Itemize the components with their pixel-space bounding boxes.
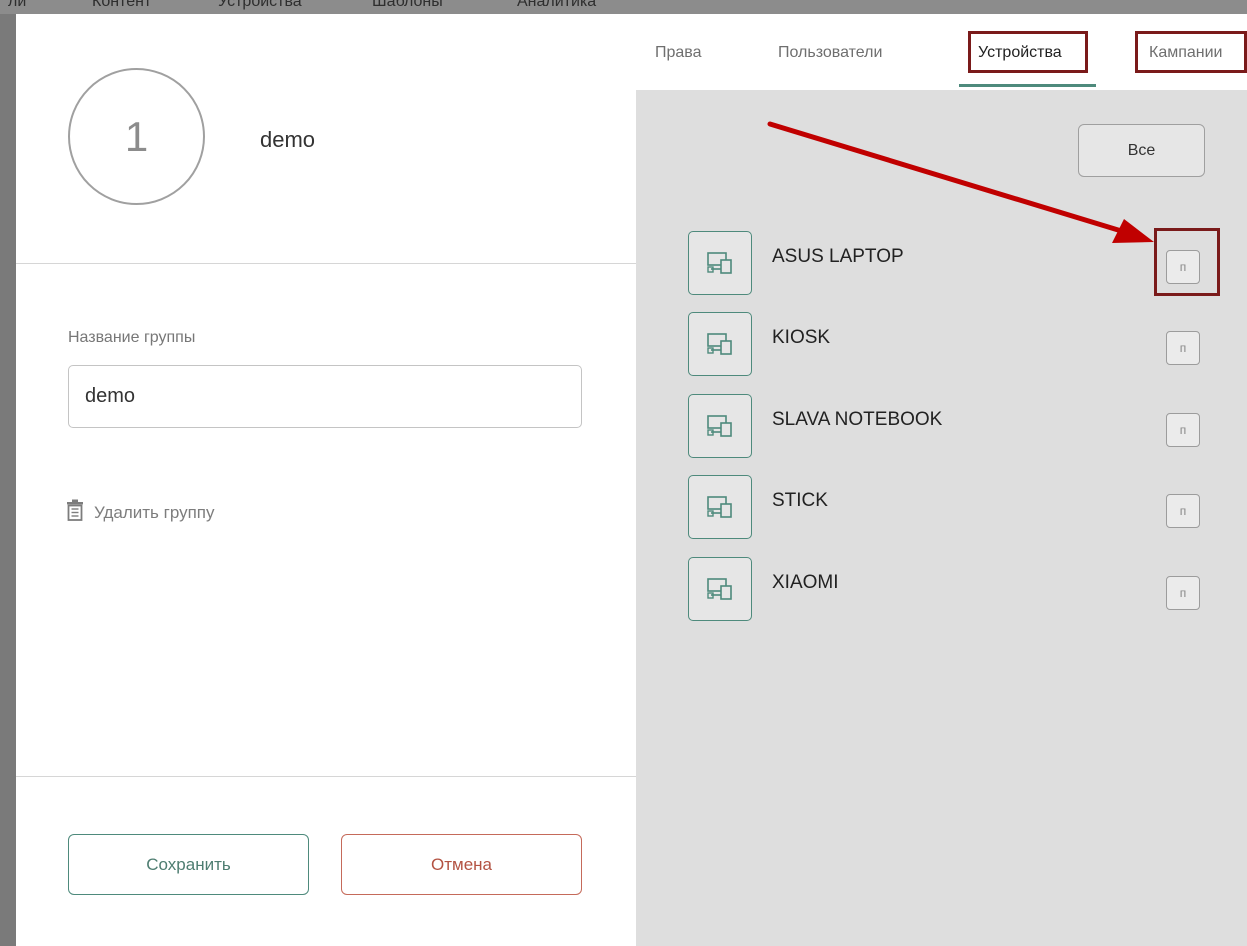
device-row: XIAOMI п [688, 557, 1228, 623]
device-row: ASUS LAPTOP п [688, 231, 1228, 297]
tab-rights[interactable]: Права [655, 44, 702, 62]
group-title: demo [260, 127, 316, 152]
group-avatar: 1 [68, 68, 205, 205]
device-icon [688, 312, 752, 376]
device-row: STICK п [688, 475, 1228, 541]
annotation-box-campaigns-tab [1135, 31, 1247, 73]
device-name: STICK [772, 490, 828, 511]
active-tab-indicator [959, 84, 1096, 87]
tab-users[interactable]: Пользователи [778, 44, 882, 62]
device-checkbox[interactable]: п [1166, 413, 1200, 447]
background-nav-item: Шаблоны [372, 0, 443, 10]
group-name-label: Название группы [68, 329, 196, 346]
group-name-input[interactable] [68, 365, 582, 428]
background-nav: ли Контент Устройства Шаблоны Аналитика [0, 0, 1247, 14]
background-nav-item: Аналитика [517, 0, 597, 10]
device-icon [688, 231, 752, 295]
device-checkbox[interactable]: п [1166, 331, 1200, 365]
devices-panel: Все ASUS LAPTOP п KIOSK п SLAVA NOTEBOOK… [636, 90, 1247, 946]
device-row: SLAVA NOTEBOOK п [688, 394, 1228, 460]
select-all-button[interactable]: Все [1078, 124, 1205, 177]
background-nav-item: Устройства [218, 0, 302, 10]
avatar-number: 1 [124, 112, 149, 160]
device-checkbox[interactable]: п [1166, 494, 1200, 528]
device-icon [688, 475, 752, 539]
annotation-box-checkbox [1154, 228, 1220, 296]
divider [16, 776, 636, 777]
device-row: KIOSK п [688, 312, 1228, 378]
device-icon [688, 557, 752, 621]
divider [16, 263, 636, 264]
device-checkbox[interactable]: п [1166, 576, 1200, 610]
delete-group-link[interactable]: Удалить группу [66, 499, 215, 526]
cancel-button[interactable]: Отмена [341, 834, 582, 895]
background-nav-item: ли [8, 0, 27, 10]
device-name: ASUS LAPTOP [772, 246, 904, 267]
trash-icon [66, 499, 84, 526]
device-icon [688, 394, 752, 458]
annotation-box-devices-tab [968, 31, 1088, 73]
device-name: SLAVA NOTEBOOK [772, 409, 943, 430]
background-nav-item: Контент [92, 0, 152, 10]
device-name: KIOSK [772, 327, 831, 348]
delete-group-label: Удалить группу [94, 502, 215, 522]
group-edit-dialog: 1 demo Название группы Удалить группу Со… [16, 14, 1247, 946]
device-name: XIAOMI [772, 572, 839, 593]
save-button[interactable]: Сохранить [68, 834, 309, 895]
group-details-panel: 1 demo Название группы Удалить группу Со… [16, 14, 636, 946]
